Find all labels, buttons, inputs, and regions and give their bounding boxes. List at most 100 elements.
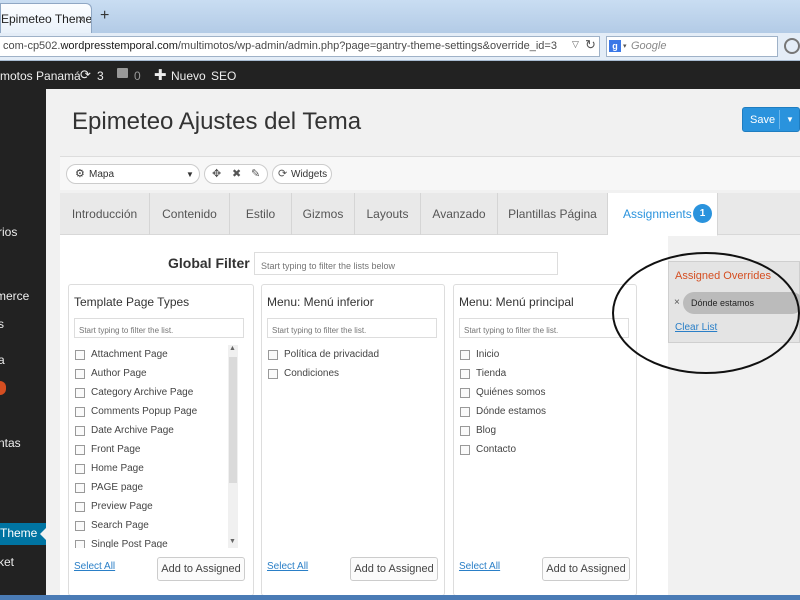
column-title: Template Page Types <box>74 295 190 309</box>
add-to-assigned-button[interactable]: Add to Assigned <box>542 557 630 581</box>
tab-label: Estilo <box>245 207 276 221</box>
map-select-label: Mapa <box>89 169 115 180</box>
select-all-link[interactable]: Select All <box>74 561 115 572</box>
list-item-label: Contacto <box>476 444 517 455</box>
checkbox[interactable] <box>460 426 470 436</box>
search-input[interactable]: Google <box>606 36 778 57</box>
checkbox[interactable] <box>268 369 278 379</box>
checkbox[interactable] <box>75 483 85 493</box>
tab-avanzado[interactable]: Avanzado <box>421 193 498 235</box>
menu-inferior-panel: Menu: Menú inferior Política de privacid… <box>261 284 445 596</box>
browser-tab[interactable]: Epimeteo Theme ... × <box>0 3 92 33</box>
tab-contenido[interactable]: Contenido <box>150 193 230 235</box>
seo-link[interactable]: SEO <box>211 69 236 83</box>
select-all-link[interactable]: Select All <box>267 561 308 572</box>
wp-admin-bar: motos Panamá ⟳ 3 0 ✚ Nuevo SEO <box>0 61 800 89</box>
checkbox[interactable] <box>75 369 85 379</box>
tab-gizmos[interactable]: Gizmos <box>292 193 355 235</box>
menu-item[interactable]: rios <box>0 225 17 239</box>
widgets-button[interactable]: ⟳ Widgets <box>272 164 332 184</box>
global-filter-input[interactable] <box>254 252 558 275</box>
save-dropdown-icon[interactable]: ▼ <box>786 115 794 124</box>
list-item-label: Single Post Page <box>91 539 168 548</box>
tab-plantillas-pagina[interactable]: Plantillas Página <box>498 193 608 235</box>
menu-item[interactable]: ket <box>0 555 14 569</box>
column-filter-input[interactable] <box>267 318 437 338</box>
list-item-label: Quiénes somos <box>476 387 546 398</box>
checkbox[interactable] <box>75 426 85 436</box>
checkbox[interactable] <box>460 445 470 455</box>
url-dropdown-icon[interactable]: ▽ <box>572 39 579 50</box>
list-item-label: Condiciones <box>284 368 340 379</box>
scrollbar-thumb[interactable] <box>229 357 237 483</box>
menu-item[interactable]: merce <box>0 289 29 303</box>
menu-item[interactable]: s <box>0 317 4 331</box>
checkbox[interactable] <box>75 540 85 548</box>
add-to-assigned-button[interactable]: Add to Assigned <box>157 557 245 581</box>
list-item-label: Blog <box>476 425 497 436</box>
updates-icon[interactable]: ⟳ <box>80 67 91 83</box>
tab-label: Avanzado <box>432 207 486 221</box>
move-icon[interactable]: ✥ <box>212 167 221 180</box>
site-name-link[interactable]: motos Panamá <box>0 69 81 83</box>
map-select[interactable]: ⚙ Mapa ▼ <box>66 164 200 184</box>
edit-icon[interactable]: ✎ <box>251 167 260 180</box>
list-item-label: Home Page <box>91 463 144 474</box>
menu-item[interactable]: ntas <box>0 436 21 450</box>
chevron-down-icon: ▼ <box>186 170 194 179</box>
tab-assignments[interactable]: Assignments 1 <box>608 193 718 236</box>
search-engine-dropdown-icon[interactable]: ▾ <box>623 42 627 50</box>
tab-label: Layouts <box>366 207 409 221</box>
list-scrollbar[interactable]: ▲ ▼ <box>228 345 238 548</box>
refresh-icon[interactable]: ↻ <box>585 37 596 53</box>
home-icon[interactable] <box>784 38 800 54</box>
checkbox[interactable] <box>268 350 278 360</box>
tab-layouts[interactable]: Layouts <box>355 193 421 235</box>
tab-introduccion[interactable]: Introducción <box>60 193 150 235</box>
close-tab-icon[interactable]: × <box>78 14 84 26</box>
search-engine-icon[interactable]: g <box>609 40 621 52</box>
checkbox-list: Inicio Tienda Quiénes somos Dónde estamo… <box>459 345 629 548</box>
checkbox[interactable] <box>460 350 470 360</box>
list-item-label: Attachment Page <box>91 349 168 360</box>
new-link[interactable]: Nuevo <box>171 69 206 83</box>
save-button[interactable]: Save ▼ <box>742 107 800 132</box>
save-divider <box>779 110 780 129</box>
url-bar[interactable]: com-cp502.wordpresstemporal.com/multimot… <box>0 36 600 57</box>
column-title: Menu: Menú inferior <box>267 295 374 309</box>
column-filter-input[interactable] <box>459 318 629 338</box>
scroll-down-icon[interactable]: ▼ <box>229 538 236 545</box>
menu-principal-panel: Menu: Menú principal Inicio Tienda Quién… <box>453 284 637 596</box>
checkbox[interactable] <box>75 350 85 360</box>
new-tab-button[interactable]: + <box>100 7 109 25</box>
comments-icon[interactable] <box>117 68 128 78</box>
select-all-link[interactable]: Select All <box>459 561 500 572</box>
notification-badge <box>0 381 6 395</box>
list-item-label: Tienda <box>476 368 507 379</box>
tab-estilo[interactable]: Estilo <box>230 193 292 235</box>
widgets-label: Widgets <box>291 169 328 180</box>
tab-label: Gizmos <box>302 207 344 221</box>
scroll-up-icon[interactable]: ▲ <box>229 345 236 352</box>
page-title: Epimeteo Ajustes del Tema <box>72 108 362 135</box>
icon-button-group: ✥ ✖ ✎ <box>204 164 268 184</box>
add-to-assigned-button[interactable]: Add to Assigned <box>350 557 438 581</box>
url-prefix: com-cp502. <box>3 40 61 52</box>
menu-item[interactable]: a <box>0 353 5 367</box>
checkbox[interactable] <box>75 521 85 531</box>
checkbox[interactable] <box>460 407 470 417</box>
assignments-count-badge: 1 <box>693 204 712 223</box>
close-icon[interactable]: ✖ <box>232 167 241 180</box>
url-domain: wordpresstemporal.com <box>60 40 178 52</box>
checkbox[interactable] <box>75 445 85 455</box>
list-item-label: Inicio <box>476 349 500 360</box>
checkbox[interactable] <box>75 502 85 512</box>
checkbox[interactable] <box>460 388 470 398</box>
list-item-label: Front Page <box>91 444 141 455</box>
checkbox[interactable] <box>460 369 470 379</box>
checkbox[interactable] <box>75 407 85 417</box>
checkbox[interactable] <box>75 388 85 398</box>
column-filter-input[interactable] <box>74 318 244 338</box>
plus-icon[interactable]: ✚ <box>154 66 167 84</box>
checkbox[interactable] <box>75 464 85 474</box>
